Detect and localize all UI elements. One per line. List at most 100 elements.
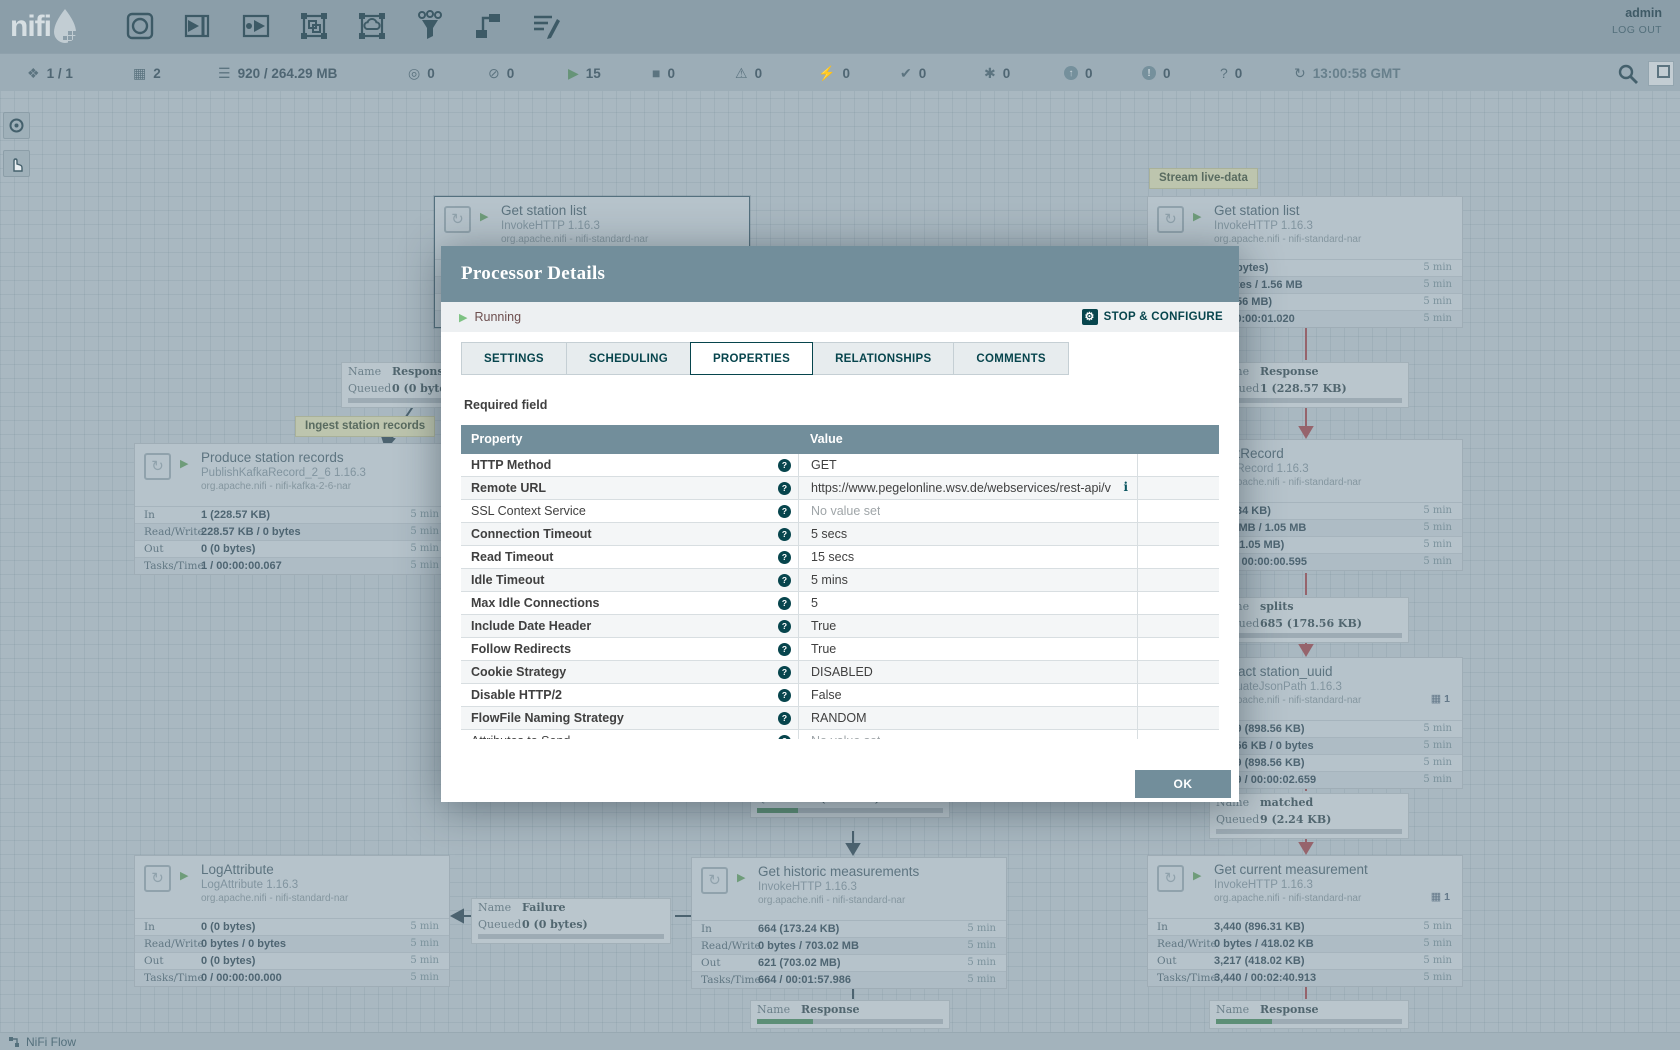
connection-label-splits[interactable]: NamesplitsQueued685 (178.56 KB): [1209, 597, 1409, 643]
stat-window: 5 min: [967, 940, 996, 951]
help-icon[interactable]: ?: [778, 505, 791, 518]
tab-comments[interactable]: COMMENTS: [953, 342, 1068, 375]
help-icon[interactable]: ?: [778, 712, 791, 725]
process-group-component-icon[interactable]: [298, 8, 330, 44]
ok-button[interactable]: OK: [1135, 770, 1231, 798]
label-stream[interactable]: Stream live-data: [1149, 168, 1258, 189]
help-icon[interactable]: ?: [778, 482, 791, 495]
property-row: Connection Timeout?5 secs: [461, 523, 1219, 546]
stat-row-tasks: Tasks/Time0 / 00:00:00.0005 min: [135, 969, 449, 986]
property-value: 15 secs: [811, 550, 854, 564]
property-row: Idle Timeout?5 mins: [461, 569, 1219, 592]
property-value: True: [811, 619, 836, 633]
connection-label-matched[interactable]: NamematchedQueued9 (2.24 KB): [1209, 793, 1409, 839]
stop-and-configure-button[interactable]: ⚙ STOP & CONFIGURE: [1082, 309, 1223, 325]
navigate-palette-button[interactable]: [3, 112, 30, 139]
breadcrumb-label: NiFi Flow: [26, 1035, 76, 1049]
stat-row-in: In664 (173.24 KB)5 min: [692, 920, 1006, 937]
help-icon[interactable]: ?: [778, 459, 791, 472]
help-icon[interactable]: ?: [778, 735, 791, 739]
help-icon[interactable]: ?: [778, 597, 791, 610]
processor-produce[interactable]: ↻▶Produce station recordsPublishKafkaRec…: [134, 443, 450, 575]
tab-scheduling[interactable]: SCHEDULING: [566, 342, 691, 375]
stat-window: 5 min: [1423, 262, 1452, 273]
label-component-icon[interactable]: [530, 8, 562, 44]
stat-window: 5 min: [1423, 723, 1452, 734]
connection-label-resp_rbot[interactable]: NameResponse: [1209, 1000, 1409, 1029]
property-name: HTTP Method: [471, 458, 551, 472]
queue-bar: [1216, 829, 1402, 834]
processor-current[interactable]: ↻▶Get current measurementInvokeHTTP 1.16…: [1147, 855, 1463, 987]
help-icon[interactable]: ?: [778, 528, 791, 541]
help-icon[interactable]: ?: [778, 643, 791, 656]
logout-link[interactable]: LOG OUT: [1612, 24, 1662, 36]
stat-window: 5 min: [1423, 539, 1452, 550]
tasks-badge: ▦1: [1431, 890, 1450, 903]
empty-cell: [1137, 546, 1219, 569]
help-icon[interactable]: ?: [778, 689, 791, 702]
run-state: ▶ Running: [459, 310, 521, 324]
empty-cell: [1137, 661, 1219, 684]
stat-row-rw: Read/Write0 bytes / 418.02 KB5 min: [1148, 935, 1462, 952]
processor-historic[interactable]: ↻▶Get historic measurementsInvokeHTTP 1.…: [691, 857, 1007, 989]
queue-bar: [1216, 1019, 1402, 1024]
help-icon[interactable]: ?: [778, 666, 791, 679]
empty-cell: [1137, 569, 1219, 592]
property-row: Disable HTTP/2?False: [461, 684, 1219, 707]
remote-process-group-component-icon[interactable]: [356, 8, 388, 44]
processor-log[interactable]: ↻▶LogAttributeLogAttribute 1.16.3org.apa…: [134, 855, 450, 987]
status-cluster-cubes: ❖1 / 1: [27, 54, 73, 92]
stat-row-out: Out0 (0 bytes)5 min: [135, 540, 449, 557]
account-area: admin LOG OUT: [1612, 6, 1662, 36]
hand-drag-palette-button[interactable]: [3, 150, 30, 177]
connection-label-resp_mbot[interactable]: NameResponse: [750, 1000, 950, 1029]
breadcrumb[interactable]: NiFi Flow: [8, 1035, 76, 1049]
funnel-component-icon[interactable]: [414, 8, 446, 44]
processor-type: InvokeHTTP 1.16.3: [1214, 879, 1313, 891]
property-value: True: [811, 642, 836, 656]
stat-window: 5 min: [1423, 938, 1452, 949]
status-stale: ↑0: [1064, 54, 1093, 92]
connection-label-failure[interactable]: NameFailureQueued0 (0 bytes): [471, 898, 671, 944]
property-name: Include Date Header: [471, 619, 591, 633]
property-value: 5: [811, 596, 818, 610]
property-value: No value set: [811, 734, 880, 739]
tab-relationships[interactable]: RELATIONSHIPS: [812, 342, 954, 375]
processor-component-icon[interactable]: [124, 8, 156, 44]
empty-cell: [1137, 523, 1219, 546]
empty-cell: [1137, 730, 1219, 739]
info-icon[interactable]: i: [1123, 480, 1128, 494]
queue-bar: [757, 808, 943, 813]
property-row: Read Timeout?15 secs: [461, 546, 1219, 569]
property-name: Max Idle Connections: [471, 596, 600, 610]
input-port-component-icon[interactable]: [182, 8, 214, 44]
dialog-tabs: SETTINGSSCHEDULINGPROPERTIESRELATIONSHIP…: [461, 342, 1069, 375]
cluster-cubes-icon: ❖: [27, 65, 40, 82]
connection-label-resp_rtop[interactable]: NameResponseQueued1 (228.57 KB): [1209, 362, 1409, 408]
tab-settings[interactable]: SETTINGS: [461, 342, 567, 375]
template-component-icon[interactable]: [472, 8, 504, 44]
help-icon[interactable]: ?: [778, 620, 791, 633]
queue-bar: [757, 1019, 943, 1024]
property-value: False: [811, 688, 842, 702]
refresh-icon[interactable]: ↻: [1294, 65, 1306, 82]
status-locally-modified: ✱0: [984, 54, 1010, 92]
processor-icon: ↻: [1157, 206, 1184, 233]
help-icon[interactable]: ?: [778, 551, 791, 564]
processor-bundle: org.apache.nifi - nifi-kafka-2-6-nar: [201, 481, 351, 492]
property-name: Attributes to Send: [471, 734, 570, 739]
output-port-component-icon[interactable]: [240, 8, 272, 44]
processor-bundle: org.apache.nifi - nifi-standard-nar: [1214, 234, 1361, 245]
status-invalid: ⚠0: [735, 54, 762, 92]
property-row: Follow Redirects?True: [461, 638, 1219, 661]
birdseye-toggle-button[interactable]: [1648, 61, 1674, 86]
processor-icon: ↻: [1157, 865, 1184, 892]
label-ingest[interactable]: Ingest station records: [295, 416, 435, 437]
property-value: https://www.pegelonline.wsv.de/webservic…: [811, 481, 1111, 495]
not-transmitting-icon: ⊘: [488, 65, 500, 82]
help-icon[interactable]: ?: [778, 574, 791, 587]
empty-cell: [1137, 615, 1219, 638]
tab-properties[interactable]: PROPERTIES: [690, 342, 813, 375]
stat-row-rw: Read/Write0 bytes / 0 bytes5 min: [135, 935, 449, 952]
search-icon[interactable]: [1616, 62, 1640, 86]
